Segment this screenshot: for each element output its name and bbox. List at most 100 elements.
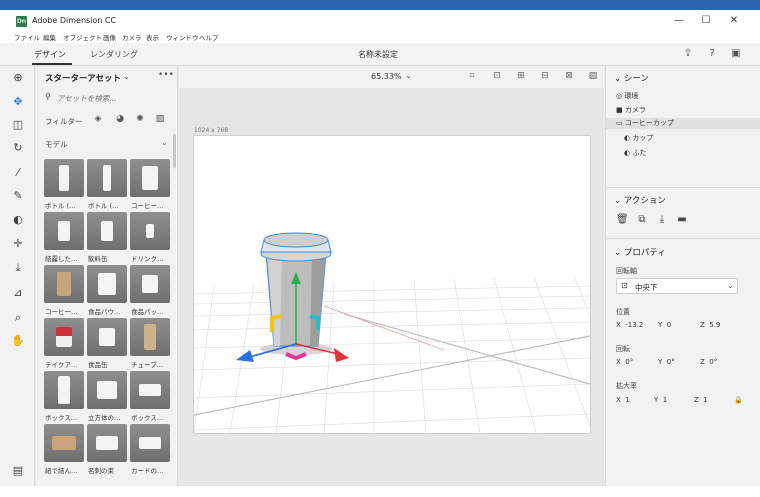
- scene-item-lid[interactable]: ◐ ふた: [624, 148, 646, 158]
- asset-item[interactable]: コーヒー…: [130, 159, 170, 210]
- asset-item[interactable]: 食品パウ…: [87, 265, 127, 316]
- axis-label: Y: [654, 396, 659, 404]
- tab-design[interactable]: デザイン: [34, 49, 66, 60]
- filter-images-icon[interactable]: ▧: [154, 114, 166, 126]
- library-icon[interactable]: ▤: [11, 464, 25, 478]
- asset-item[interactable]: 結露した…: [44, 212, 84, 263]
- help-icon[interactable]: ?: [706, 48, 718, 60]
- pan-icon[interactable]: ✋: [11, 334, 25, 348]
- asset-label: 飲料缶: [88, 255, 108, 263]
- scene-item-camera[interactable]: ■ カメラ: [616, 105, 646, 115]
- camera-dolly-icon[interactable]: ⊟: [539, 71, 551, 83]
- scene-item-cup[interactable]: ◐ カップ: [624, 133, 653, 143]
- camera-pan-icon[interactable]: ⊞: [515, 71, 527, 83]
- zoom-level[interactable]: 65.33%: [371, 72, 402, 81]
- select-icon[interactable]: ✥: [11, 95, 25, 109]
- magic-wand-icon[interactable]: ⁄: [11, 166, 25, 180]
- asset-item[interactable]: ボトル (…: [44, 159, 84, 210]
- menu-file[interactable]: ファイル: [14, 32, 40, 42]
- asset-item[interactable]: テイクア…: [44, 318, 84, 369]
- asset-item[interactable]: ボックス…: [130, 371, 170, 422]
- pivot-dropdown[interactable]: ⊡ 中央下 ⌄: [616, 278, 738, 294]
- properties-header[interactable]: ⌄ プロパティ: [614, 246, 666, 258]
- asset-item[interactable]: チューブ…: [130, 318, 170, 369]
- camera-orbit-icon[interactable]: ⊡: [491, 71, 503, 83]
- maximize-button[interactable]: ☐: [697, 13, 715, 29]
- asset-item[interactable]: 立方体の…: [87, 371, 127, 422]
- gizmo-z-arrow[interactable]: [236, 350, 254, 362]
- lock-icon[interactable]: 🔒: [734, 396, 743, 404]
- canvas-size-label: 1024 x 768: [194, 127, 229, 134]
- scene-header[interactable]: ⌄ シーン: [614, 72, 649, 84]
- position-label: 位置: [616, 308, 630, 316]
- menu-view[interactable]: 表示: [146, 32, 159, 42]
- asset-item[interactable]: コーヒー…: [44, 265, 84, 316]
- assets-scrollbar[interactable]: [173, 134, 176, 168]
- scene-item-environment[interactable]: ◎ 環境: [616, 91, 638, 101]
- tab-render[interactable]: レンダリング: [90, 49, 138, 60]
- eyedropper-icon[interactable]: ✎: [11, 189, 25, 203]
- download-icon[interactable]: ⤓: [656, 214, 668, 226]
- delete-icon[interactable]: 🗑: [616, 214, 629, 226]
- feedback-icon[interactable]: ▣: [730, 48, 742, 60]
- menu-edit[interactable]: 編集: [43, 32, 56, 42]
- frame-icon[interactable]: ⌗: [466, 71, 478, 83]
- chevron-down-icon[interactable]: ⌄: [123, 72, 130, 81]
- asset-item[interactable]: 紐で結ん…: [44, 424, 84, 475]
- menu-image[interactable]: 画像: [103, 32, 116, 42]
- asset-item[interactable]: 飲料缶: [87, 212, 127, 263]
- asset-thumbnail: [87, 371, 127, 409]
- scale-y-field[interactable]: Y 1: [654, 396, 667, 404]
- asset-thumbnail: [87, 159, 127, 197]
- actions-header[interactable]: ⌄ アクション: [614, 194, 666, 206]
- canvas[interactable]: [193, 135, 591, 434]
- rotation-y-field[interactable]: Y 0°: [658, 358, 675, 366]
- move-icon[interactable]: ✛: [11, 237, 25, 251]
- position-z-field[interactable]: Z 5.9: [700, 321, 720, 329]
- share-icon[interactable]: ⇪: [682, 48, 694, 60]
- menu-object[interactable]: オブジェクト: [63, 32, 102, 42]
- menu-camera[interactable]: カメラ: [122, 32, 142, 42]
- zoom-chevron-icon[interactable]: ⌄: [405, 71, 412, 80]
- more-options-icon[interactable]: •••: [158, 70, 174, 80]
- collapse-icon[interactable]: ⌄: [161, 138, 168, 147]
- rotation-x-field[interactable]: X 0°: [616, 358, 633, 366]
- duplicate-icon[interactable]: ⧉: [636, 214, 648, 226]
- menu-window[interactable]: ウィンドウ: [166, 32, 199, 42]
- position-x-field[interactable]: X -13.2: [616, 321, 643, 329]
- asset-item[interactable]: ボックス…: [44, 371, 84, 422]
- asset-model-preview: [96, 436, 118, 450]
- filter-materials-icon[interactable]: ◕: [114, 114, 126, 126]
- search-input[interactable]: [57, 90, 167, 106]
- asset-item[interactable]: ドリンク…: [130, 212, 170, 263]
- asset-item[interactable]: 名刺の束: [87, 424, 127, 475]
- paint-icon[interactable]: ◐: [11, 213, 25, 227]
- close-button[interactable]: ✕: [725, 13, 743, 29]
- gizmo-x-arrow[interactable]: [334, 348, 349, 362]
- scale-z-field[interactable]: Z 1: [694, 396, 708, 404]
- scene-item-coffee-cup[interactable]: ▭ コーヒーカップ: [606, 118, 760, 129]
- asset-item[interactable]: 食品パッ…: [130, 265, 170, 316]
- assets-title[interactable]: スターターアセット: [45, 72, 121, 84]
- measure-icon[interactable]: ⊿: [11, 286, 25, 300]
- drop-icon[interactable]: ⤓: [11, 261, 25, 275]
- scale-x-field[interactable]: X 1: [616, 396, 630, 404]
- rotate-icon[interactable]: ↻: [11, 141, 25, 155]
- menu-help[interactable]: ヘルプ: [199, 32, 219, 42]
- render-preview-icon[interactable]: ▨: [587, 71, 599, 83]
- selection-tool-icon[interactable]: ◫: [11, 118, 25, 132]
- minimize-button[interactable]: —: [670, 13, 688, 29]
- filter-models-icon[interactable]: ◈: [92, 114, 104, 126]
- folder-icon[interactable]: ▬: [676, 214, 688, 226]
- asset-item[interactable]: カードの…: [130, 424, 170, 475]
- camera-bookmark-icon[interactable]: ⊠: [563, 71, 575, 83]
- add-icon[interactable]: ⊕: [11, 71, 25, 85]
- models-section-label[interactable]: モデル: [45, 139, 68, 150]
- scale-y-value: 1: [662, 396, 668, 404]
- filter-lights-icon[interactable]: ✺: [134, 114, 146, 126]
- asset-item[interactable]: 食品缶: [87, 318, 127, 369]
- rotation-z-field[interactable]: Z 0°: [700, 358, 717, 366]
- zoom-icon[interactable]: ⌕: [11, 311, 25, 325]
- asset-item[interactable]: ボトル (…: [87, 159, 127, 210]
- position-y-field[interactable]: Y 0: [658, 321, 671, 329]
